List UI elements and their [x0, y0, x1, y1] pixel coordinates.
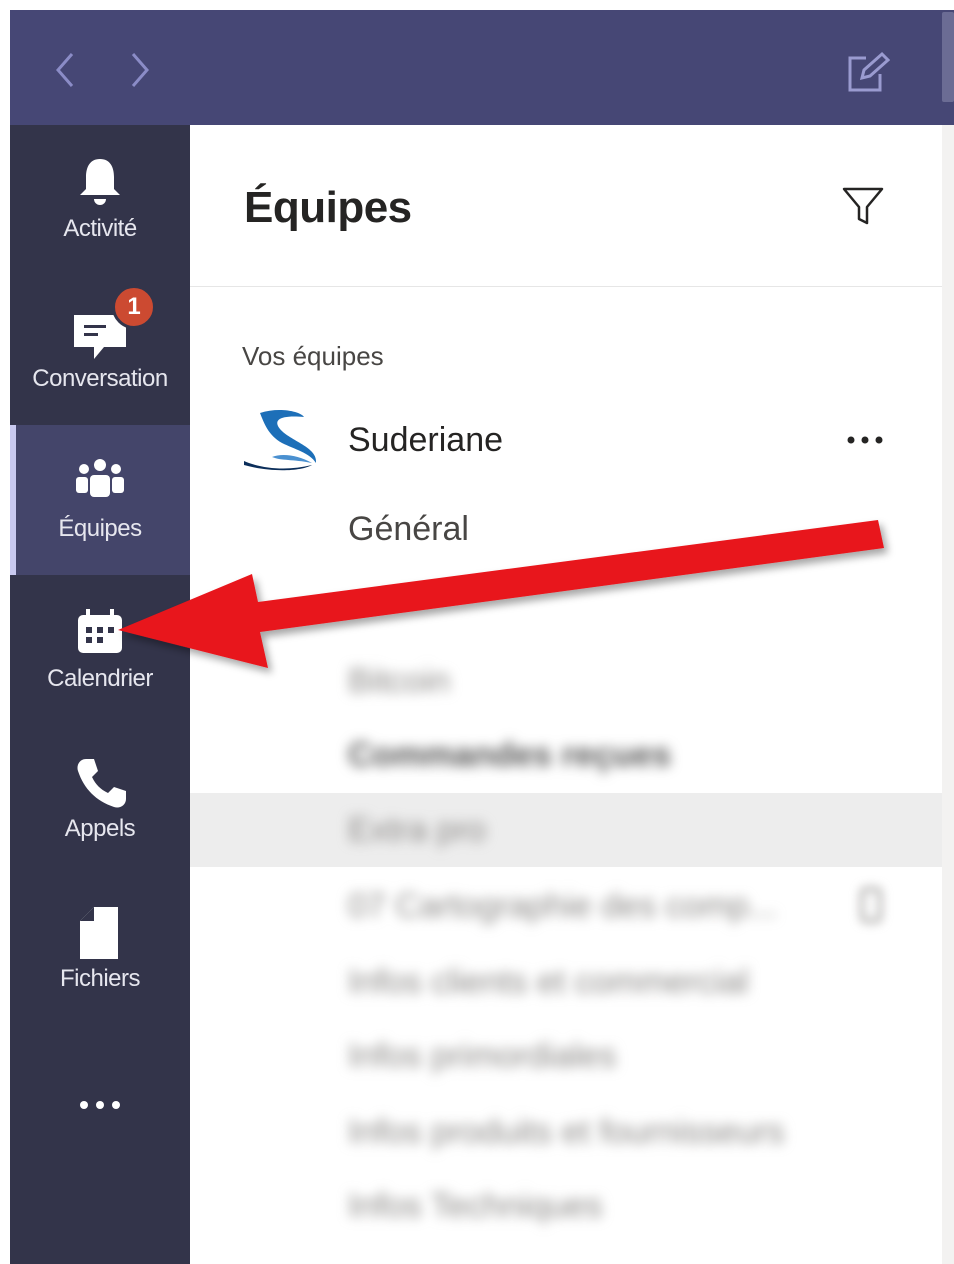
channel-item[interactable]: 07 Cartographie des comp...: [348, 887, 777, 926]
rail-label: Équipes: [58, 515, 142, 542]
file-icon: [80, 907, 118, 959]
rail-label: Calendrier: [47, 665, 153, 692]
team-row[interactable]: Suderiane: [190, 395, 942, 485]
teams-panel: Équipes Vos équipes Suderiane Général Bi…: [190, 125, 942, 1264]
compose-button[interactable]: [844, 50, 891, 96]
channel-item[interactable]: Commandes reçues: [348, 736, 671, 775]
forward-button[interactable]: [125, 48, 155, 92]
rail-item-activite[interactable]: Activité: [10, 125, 190, 275]
panel-scrollbar[interactable]: [942, 125, 954, 1264]
rail-label: Conversation: [32, 365, 168, 392]
teams-icon: [76, 459, 124, 497]
rail-item-conversation[interactable]: Conversation: [10, 275, 190, 425]
scrollbar-thumb[interactable]: [942, 12, 954, 102]
pin-icon: [860, 887, 882, 923]
notification-badge: 1: [112, 285, 156, 329]
chevron-left-icon: [56, 53, 74, 87]
channel-item[interactable]: Infos clients et commercial: [348, 963, 749, 1002]
rail-item-calendrier[interactable]: Calendrier: [10, 575, 190, 725]
chevron-right-icon: [131, 53, 149, 87]
more-apps-button[interactable]: [70, 1090, 130, 1120]
page-title: Équipes: [244, 183, 412, 232]
team-logo: [244, 410, 317, 471]
rail-item-appels[interactable]: Appels: [10, 725, 190, 875]
channel-item[interactable]: Infos primordiales: [348, 1037, 616, 1076]
channel-highlight: [190, 793, 942, 867]
filter-button[interactable]: [840, 183, 886, 229]
compose-icon: [848, 51, 891, 92]
back-button[interactable]: [50, 48, 80, 92]
window-edge: [0, 0, 10, 1264]
team-name: Suderiane: [348, 421, 504, 459]
rail-item-fichiers[interactable]: Fichiers: [10, 875, 190, 1025]
ellipsis-icon: [847, 436, 883, 444]
channel-item[interactable]: Infos Techniques: [348, 1187, 603, 1226]
panel-header: Équipes: [190, 125, 942, 287]
channel-item[interactable]: Extra pro: [348, 811, 486, 850]
section-label: Vos équipes: [242, 341, 384, 371]
team-more-button[interactable]: [842, 425, 888, 455]
ellipsis-icon: [80, 1101, 120, 1109]
app-rail: Activité Conversation Équipes Calendrier…: [10, 125, 190, 1264]
filter-icon: [842, 187, 884, 225]
rail-item-equipes[interactable]: Équipes: [10, 425, 190, 575]
rail-label: Activité: [63, 215, 137, 242]
title-bar: [10, 10, 954, 125]
rail-label: Appels: [64, 815, 136, 842]
channel-item[interactable]: Infos produits et fournisseurs: [348, 1113, 785, 1152]
channel-item[interactable]: Général: [348, 510, 469, 549]
calendar-icon: [78, 609, 122, 653]
rail-label: Fichiers: [59, 965, 141, 992]
phone-icon: [77, 759, 126, 808]
bell-icon: [80, 159, 120, 205]
channel-item[interactable]: Bitcoin: [348, 662, 450, 701]
